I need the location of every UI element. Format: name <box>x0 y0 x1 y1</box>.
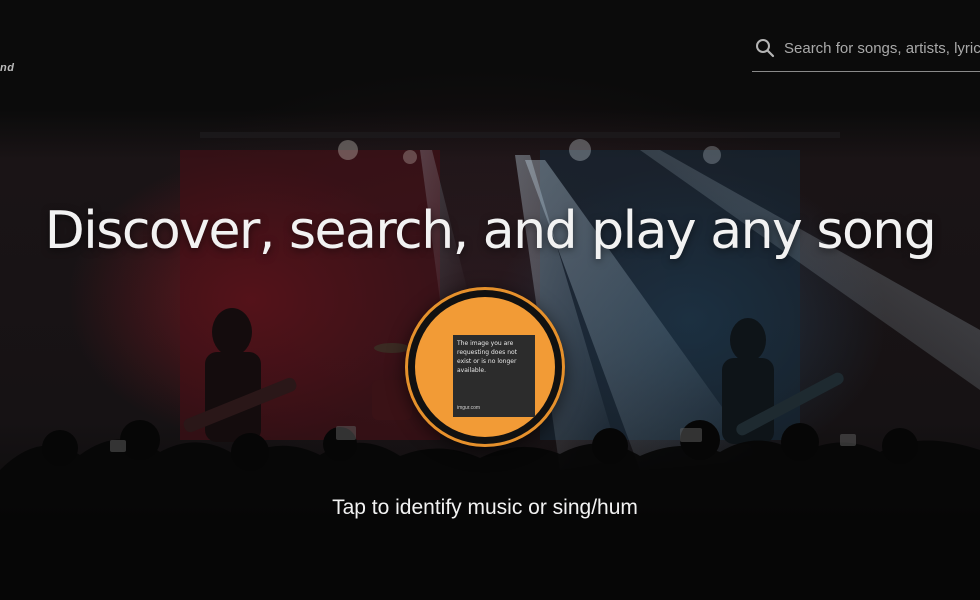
placeholder-message: The image you are requesting does not ex… <box>457 340 518 374</box>
broken-image-placeholder: The image you are requesting does not ex… <box>453 335 535 417</box>
brand-logo[interactable]: nd <box>0 62 14 74</box>
identify-caption: Tap to identify music or sing/hum <box>332 496 638 519</box>
identify-button-face[interactable]: The image you are requesting does not ex… <box>415 297 555 437</box>
placeholder-caption: imgur.com <box>457 405 481 411</box>
search-icon[interactable] <box>754 37 776 59</box>
search-bar[interactable] <box>752 30 980 72</box>
hero-title: Discover, search, and play any song <box>44 201 937 261</box>
app-page: nd Discover, search, and play any song T… <box>0 0 980 600</box>
right-guitarist <box>722 318 844 444</box>
left-guitarist <box>183 308 297 442</box>
identify-music-button[interactable]: The image you are requesting does not ex… <box>405 287 565 447</box>
top-header: nd <box>0 0 980 110</box>
search-input[interactable] <box>784 35 980 61</box>
